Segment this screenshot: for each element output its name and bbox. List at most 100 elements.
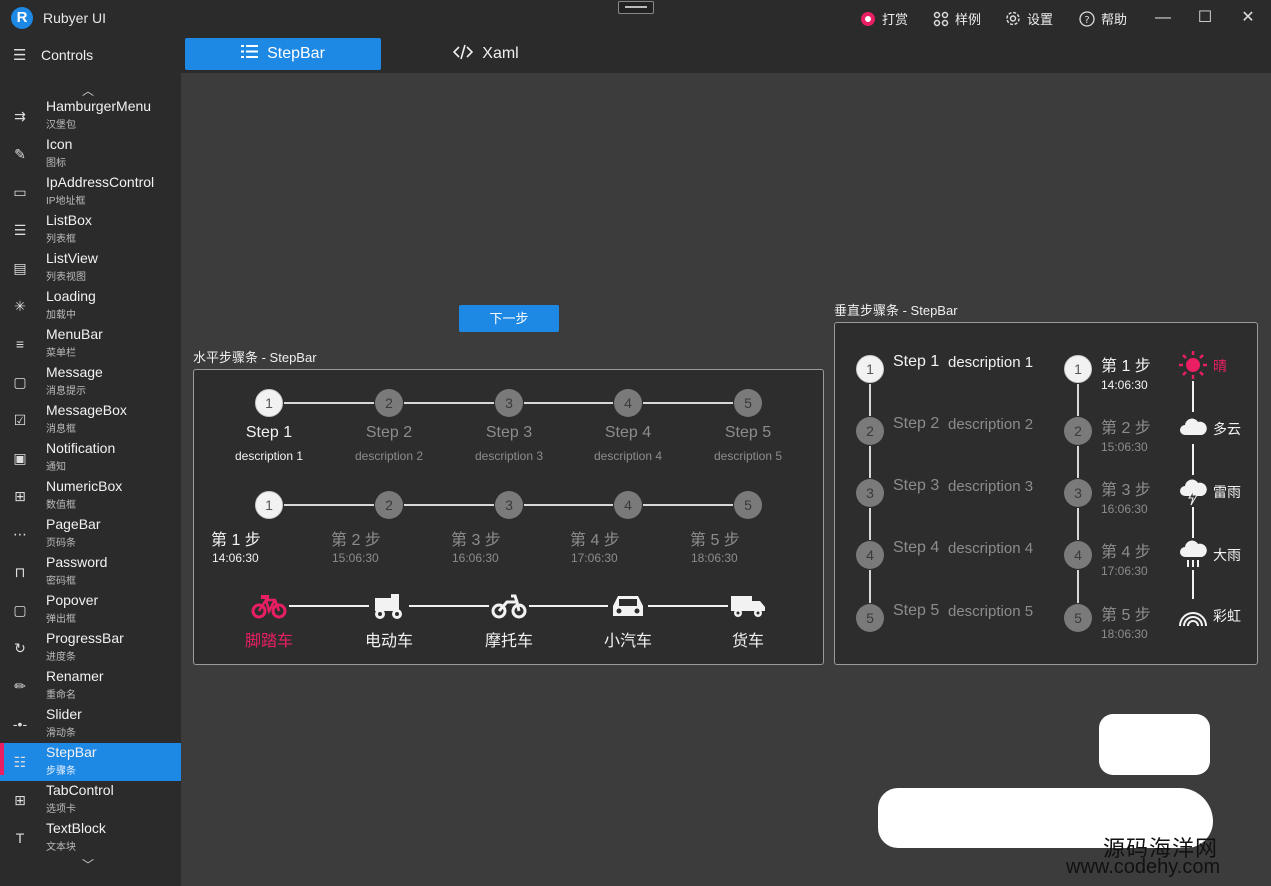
step-circle: 5: [856, 604, 884, 632]
sidebar-item-sublabel: IP地址框: [46, 196, 86, 207]
sidebar-item-sublabel: 消息框: [46, 424, 76, 435]
sidebar-item-stepbar[interactable]: ☷ StepBar 步骤条: [0, 743, 181, 781]
sidebar-item-label: MenuBar: [46, 326, 103, 342]
vertical-stepbar-panel: 1 Step 1 description 1 2 Step 2 description 2…: [834, 322, 1258, 665]
sidebar-item-label: IpAddressControl: [46, 174, 155, 190]
settings-button[interactable]: 设置: [1005, 9, 1053, 28]
sidebar-item-ipaddresscontrol[interactable]: ▭ IpAddressControl IP地址框: [0, 173, 181, 211]
sidebar-item-loading[interactable]: ✳ Loading 加载中: [0, 287, 181, 325]
sidebar-item-hamburgermenu[interactable]: ⇉ HamburgerMenu 汉堡包: [0, 97, 181, 135]
progress-icon: ↻: [14, 640, 26, 656]
step-connector: [1192, 570, 1194, 599]
sun-icon: [1178, 350, 1208, 380]
sidebar-item-label: Loading: [46, 288, 96, 304]
sidebar-item-renamer[interactable]: ✏ Renamer 重命名: [0, 667, 181, 705]
tab-xaml[interactable]: Xaml: [431, 38, 541, 70]
step-title: 第 5 步: [690, 532, 740, 549]
help-label: 帮助: [1101, 12, 1128, 27]
step-circle: 1: [255, 491, 283, 519]
icon-edit-icon: ✎: [14, 146, 26, 162]
sidebar-item-icon[interactable]: ✎ Icon 图标: [0, 135, 181, 173]
close-button[interactable]: ✕: [1237, 8, 1259, 28]
step-connector: [1192, 381, 1194, 412]
step-connector: [869, 384, 871, 416]
message-icon: ▢: [13, 374, 27, 390]
sidebar-item-label: PageBar: [46, 516, 101, 532]
step-connector: [643, 504, 733, 506]
help-icon: ?: [1079, 10, 1095, 27]
drag-handle[interactable]: [618, 1, 654, 14]
step-description: description 4: [948, 540, 1034, 557]
step-time: 17:06:30: [1101, 564, 1148, 578]
sidebar-item-menubar[interactable]: ≡ MenuBar 菜单栏: [0, 325, 181, 363]
weather-label: 多云: [1213, 421, 1241, 437]
sidebar-item-sublabel: 重命名: [46, 690, 76, 701]
sidebar-item-pagebar[interactable]: ⋯ PageBar 页码条: [0, 515, 181, 553]
sidebar-item-numericbox[interactable]: ⊞ NumericBox 数值框: [0, 477, 181, 515]
samples-button[interactable]: 样例: [933, 9, 981, 28]
tab-bar: StepBar Xaml: [181, 36, 1271, 73]
step-title: Step 5: [724, 424, 772, 441]
step-circle: 3: [495, 491, 523, 519]
sidebar-item-sublabel: 密码框: [46, 576, 76, 587]
step-time: 16:06:30: [452, 551, 499, 565]
step-circle: 5: [734, 389, 762, 417]
sidebar-item-textblock[interactable]: T TextBlock 文本块: [0, 819, 181, 857]
menu-icon: ≡: [15, 336, 25, 352]
tab-stepbar[interactable]: StepBar: [185, 38, 381, 70]
sidebar-item-sublabel: 步骤条: [46, 766, 76, 777]
reward-icon: [860, 11, 876, 27]
sidebar-item-notification[interactable]: ▣ Notification 通知: [0, 439, 181, 477]
heavy-rain-icon: [1178, 539, 1208, 569]
sidebar-item-label: TextBlock: [46, 820, 106, 836]
sidebar-header[interactable]: ☰ Controls: [0, 36, 181, 72]
step-title: Step 1: [245, 424, 293, 441]
sidebar-item-password[interactable]: ⊓ Password 密码框: [0, 553, 181, 591]
weather-label: 雷雨: [1213, 484, 1241, 500]
rectangle-icon: ▭: [13, 184, 27, 200]
sidebar-item-message[interactable]: ▢ Message 消息提示: [0, 363, 181, 401]
step-circle: 1: [856, 355, 884, 383]
step-circle: 2: [375, 389, 403, 417]
step-title: 第 4 步: [1101, 544, 1151, 561]
sidebar-item-messagebox[interactable]: ☑ MessageBox 消息框: [0, 401, 181, 439]
list-icon: ☰: [13, 222, 27, 238]
sidebar-item-sublabel: 文本块: [46, 842, 76, 853]
sidebar-item-progressbar[interactable]: ↻ ProgressBar 进度条: [0, 629, 181, 667]
sidebar-item-label: Popover: [46, 592, 99, 608]
sidebar-item-popover[interactable]: ▢ Popover 弹出框: [0, 591, 181, 629]
sidebar-item-label: HamburgerMenu: [46, 98, 152, 114]
sidebar-item-slider[interactable]: -•- Slider 滑动条: [0, 705, 181, 743]
sidebar-item-listview[interactable]: ▤ ListView 列表视图: [0, 249, 181, 287]
step-title: 第 4 步: [570, 532, 620, 549]
sidebar-item-label: ProgressBar: [46, 630, 124, 646]
step-connector: [643, 402, 733, 404]
step-time: 15:06:30: [1101, 440, 1148, 454]
list-view-icon: ▤: [13, 260, 27, 276]
next-step-button[interactable]: 下一步: [459, 305, 559, 332]
step-circle: 2: [856, 417, 884, 445]
step-connector: [284, 504, 374, 506]
maximize-button[interactable]: ☐: [1194, 8, 1216, 28]
help-button[interactable]: ? 帮助: [1079, 9, 1127, 28]
step-circle: 3: [1064, 479, 1092, 507]
step-connector: [289, 605, 369, 607]
motorcycle-icon: [491, 592, 527, 620]
title-bar: R Rubyer UI 打赏 样例 设置 ? 帮助 — ☐ ✕: [0, 0, 1271, 36]
sidebar-item-tabcontrol[interactable]: ⊞ TabControl 选项卡: [0, 781, 181, 819]
step-title: Step 4: [893, 539, 940, 556]
step-circle: 4: [856, 541, 884, 569]
step-circle: 2: [1064, 417, 1092, 445]
minimize-button[interactable]: —: [1152, 8, 1174, 28]
hamburger-icon[interactable]: ☰: [13, 46, 26, 64]
sidebar-item-sublabel: 列表视图: [46, 272, 86, 283]
sidebar: ☰ Controls ︿ ⇉ HamburgerMenu 汉堡包 ✎ Icon 图标 ▭ Ip…: [0, 36, 181, 886]
reward-button[interactable]: 打赏: [860, 9, 908, 28]
chevron-down-icon[interactable]: ﹀: [82, 856, 94, 873]
sidebar-item-label: Message: [46, 364, 103, 380]
loading-icon: ✳: [14, 298, 26, 314]
step-title: 第 2 步: [1101, 420, 1151, 437]
settings-label: 设置: [1027, 12, 1054, 27]
sidebar-item-listbox[interactable]: ☰ ListBox 列表框: [0, 211, 181, 249]
grid-icon: [933, 11, 949, 27]
